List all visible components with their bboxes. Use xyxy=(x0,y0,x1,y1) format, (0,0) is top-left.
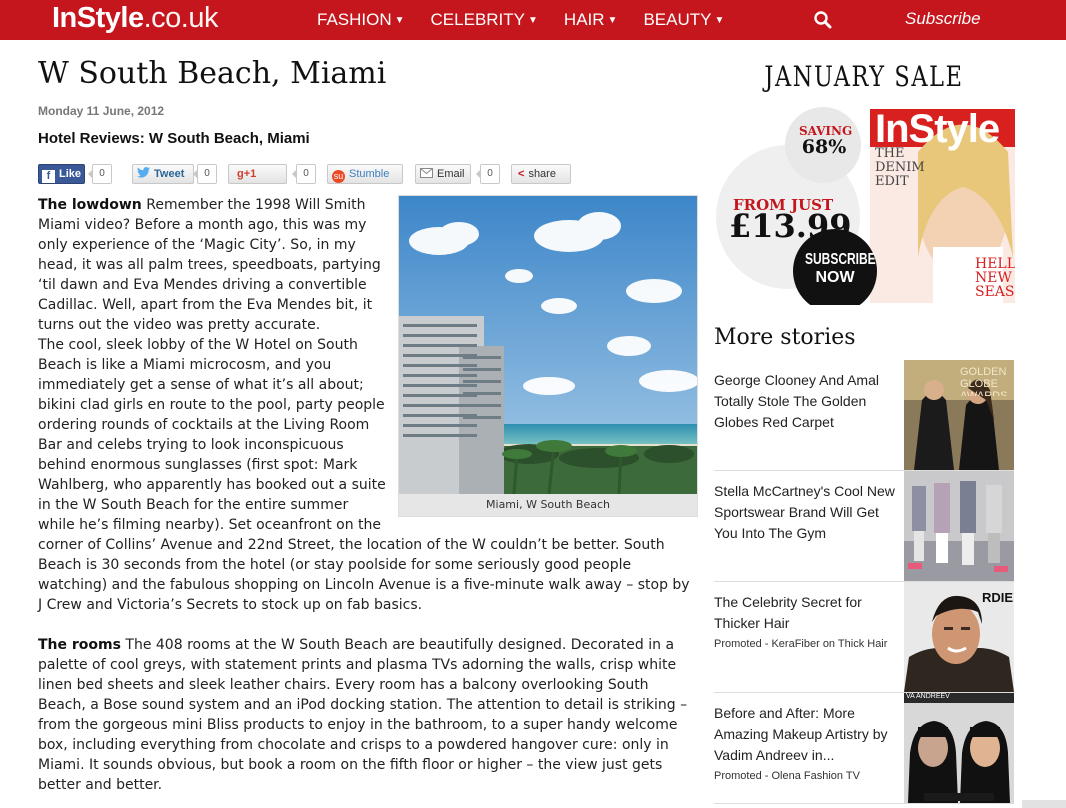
site-logo[interactable]: InStyle.co.uk xyxy=(52,2,218,35)
caret-down-icon: ▼ xyxy=(714,15,725,26)
like-count: 0 xyxy=(88,164,112,184)
logo-domain: .co.uk xyxy=(143,2,219,34)
story-item[interactable]: Before and After: More Amazing Makeup Ar… xyxy=(714,693,1014,804)
story-thumbnail[interactable] xyxy=(904,471,1014,581)
cover-corner-line: SEASON xyxy=(975,284,1015,300)
article-subtitle: Hotel Reviews: W South Beach, Miami xyxy=(38,130,310,147)
caret-down-icon: ▼ xyxy=(394,15,405,26)
caret-down-icon: ▼ xyxy=(607,15,618,26)
share-icon: < xyxy=(518,168,525,180)
gplus-count: 0 xyxy=(292,164,316,184)
story-photo xyxy=(904,471,1014,581)
story-text: George Clooney And Amal Totally Stole Th… xyxy=(714,370,898,433)
twitter-bird-icon xyxy=(137,167,150,178)
story-title[interactable]: George Clooney And Amal Totally Stole Th… xyxy=(714,370,898,433)
ad-cta-line1: SUBSCRIBE xyxy=(805,251,876,268)
gplus-label: +1 xyxy=(243,168,257,180)
share-button[interactable]: < share xyxy=(511,164,571,184)
facebook-like-button[interactable]: f Like xyxy=(38,164,85,184)
nav-hair[interactable]: HAIR ▼ xyxy=(564,0,618,40)
story-item[interactable]: Stella McCartney's Cool New Sportswear B… xyxy=(714,471,1014,582)
paragraph-text: The 408 rooms at the W South Beach are b… xyxy=(38,637,688,793)
cover-line: DENIM xyxy=(875,160,925,175)
article-figure: Miami, W South Beach xyxy=(398,195,698,517)
nav-fashion-label: FASHION xyxy=(317,10,392,29)
search-icon[interactable] xyxy=(813,10,833,30)
article-body: Miami, W South Beach The lowdown Remembe… xyxy=(38,195,698,795)
story-text: Stella McCartney's Cool New Sportswear B… xyxy=(714,481,898,544)
logo-brand: InStyle xyxy=(52,2,144,34)
story-item[interactable]: The Celebrity Secret for Thicker Hair Pr… xyxy=(714,582,1014,693)
envelope-icon xyxy=(420,168,433,178)
top-nav-bar: InStyle.co.uk FASHION ▼ CELEBRITY ▼ HAIR ▼ … xyxy=(0,0,1066,40)
story-text: The Celebrity Secret for Thicker Hair Pr… xyxy=(714,592,898,650)
story-title[interactable]: Before and After: More Amazing Makeup Ar… xyxy=(714,703,898,766)
share-label: share xyxy=(528,168,556,180)
story-text: Before and After: More Amazing Makeup Ar… xyxy=(714,703,898,782)
nav-hair-label: HAIR xyxy=(563,10,605,29)
ad-price: £13.99 xyxy=(729,207,852,245)
story-image-text: VA ANDREEV xyxy=(906,693,950,700)
story-promo: Promoted - KeraFiber on Thick Hair xyxy=(714,638,888,650)
ad-saving-value: 68% xyxy=(801,136,847,158)
story-promo: Promoted - Olena Fashion TV xyxy=(714,770,860,782)
story-thumbnail[interactable]: RDIE xyxy=(904,582,1014,692)
cover-line: EDIT xyxy=(875,174,909,189)
google-plus-icon: g xyxy=(237,168,244,180)
google-plus-button[interactable]: g+1 xyxy=(228,164,287,184)
cover-corner-line: HELLO xyxy=(975,256,1015,272)
tweet-count: 0 xyxy=(193,164,217,184)
stumbleupon-icon: su xyxy=(332,170,345,183)
stumble-button[interactable]: su Stumble xyxy=(327,164,403,184)
image-caption: Miami, W South Beach xyxy=(486,498,610,511)
tweet-button[interactable]: Tweet xyxy=(132,164,194,184)
email-label: Email xyxy=(437,168,465,180)
paragraph-text: Remember the 1998 Will Smith Miami video… xyxy=(38,197,381,333)
story-thumbnail[interactable]: VA ANDREEV xyxy=(904,693,1014,803)
cover-line: THE xyxy=(875,146,905,161)
hotel-photo xyxy=(399,196,697,494)
nav-fashion[interactable]: FASHION ▼ xyxy=(317,0,405,40)
caret-down-icon: ▼ xyxy=(528,15,538,26)
main-nav: FASHION ▼ CELEBRITY ▼ HAIR ▼ BEAUTY ▼ xyxy=(317,0,750,40)
ad-subscribe-cta[interactable]: SUBSCRIBE NOW xyxy=(795,251,876,287)
section-heading: The lowdown xyxy=(38,197,142,213)
paragraph: The rooms The 408 rooms at the W South B… xyxy=(38,635,698,795)
facebook-icon: f xyxy=(42,170,55,183)
article-title: W South Beach, Miami xyxy=(38,56,387,91)
nav-beauty-label: BEAUTY xyxy=(643,10,712,29)
nav-beauty[interactable]: BEAUTY ▼ xyxy=(643,0,724,40)
ad-cta-line2: NOW xyxy=(815,269,855,286)
section-heading: The rooms xyxy=(38,637,121,653)
nav-celebrity[interactable]: CELEBRITY ▼ xyxy=(431,0,538,40)
story-thumbnail[interactable]: GOLDEN GLOBE AWARDS xyxy=(904,360,1014,470)
stumble-label: Stumble xyxy=(349,168,390,180)
email-button[interactable]: Email xyxy=(415,164,471,184)
subscribe-link[interactable]: Subscribe xyxy=(905,0,981,37)
story-photo xyxy=(904,693,1014,803)
more-stories-heading: More stories xyxy=(714,325,856,350)
story-title[interactable]: Stella McCartney's Cool New Sportswear B… xyxy=(714,481,898,544)
story-image-text: GOLDEN GLOBE AWARDS xyxy=(960,366,1008,396)
tweet-label: Tweet xyxy=(154,168,185,180)
like-label: Like xyxy=(59,168,82,180)
story-item[interactable]: George Clooney And Amal Totally Stole Th… xyxy=(714,360,1014,471)
story-image-text: RDIE xyxy=(982,590,1014,605)
scrollbar-corner[interactable] xyxy=(1022,800,1066,808)
article-date: Monday 11 June, 2012 xyxy=(38,104,165,118)
story-title[interactable]: The Celebrity Secret for Thicker Hair xyxy=(714,592,898,634)
ad-cover-corner: HELLO NEW SEASON xyxy=(975,257,1015,299)
subscription-advert[interactable]: JANUARY SALE SAVING 68% FROM JUST £13.99… xyxy=(713,57,1015,305)
nav-celebrity-label: CELEBRITY xyxy=(430,10,526,29)
email-count: 0 xyxy=(476,164,500,184)
ad-cover-lines: THE DENIM EDIT xyxy=(875,147,925,189)
cover-corner-line: NEW xyxy=(975,270,1012,286)
